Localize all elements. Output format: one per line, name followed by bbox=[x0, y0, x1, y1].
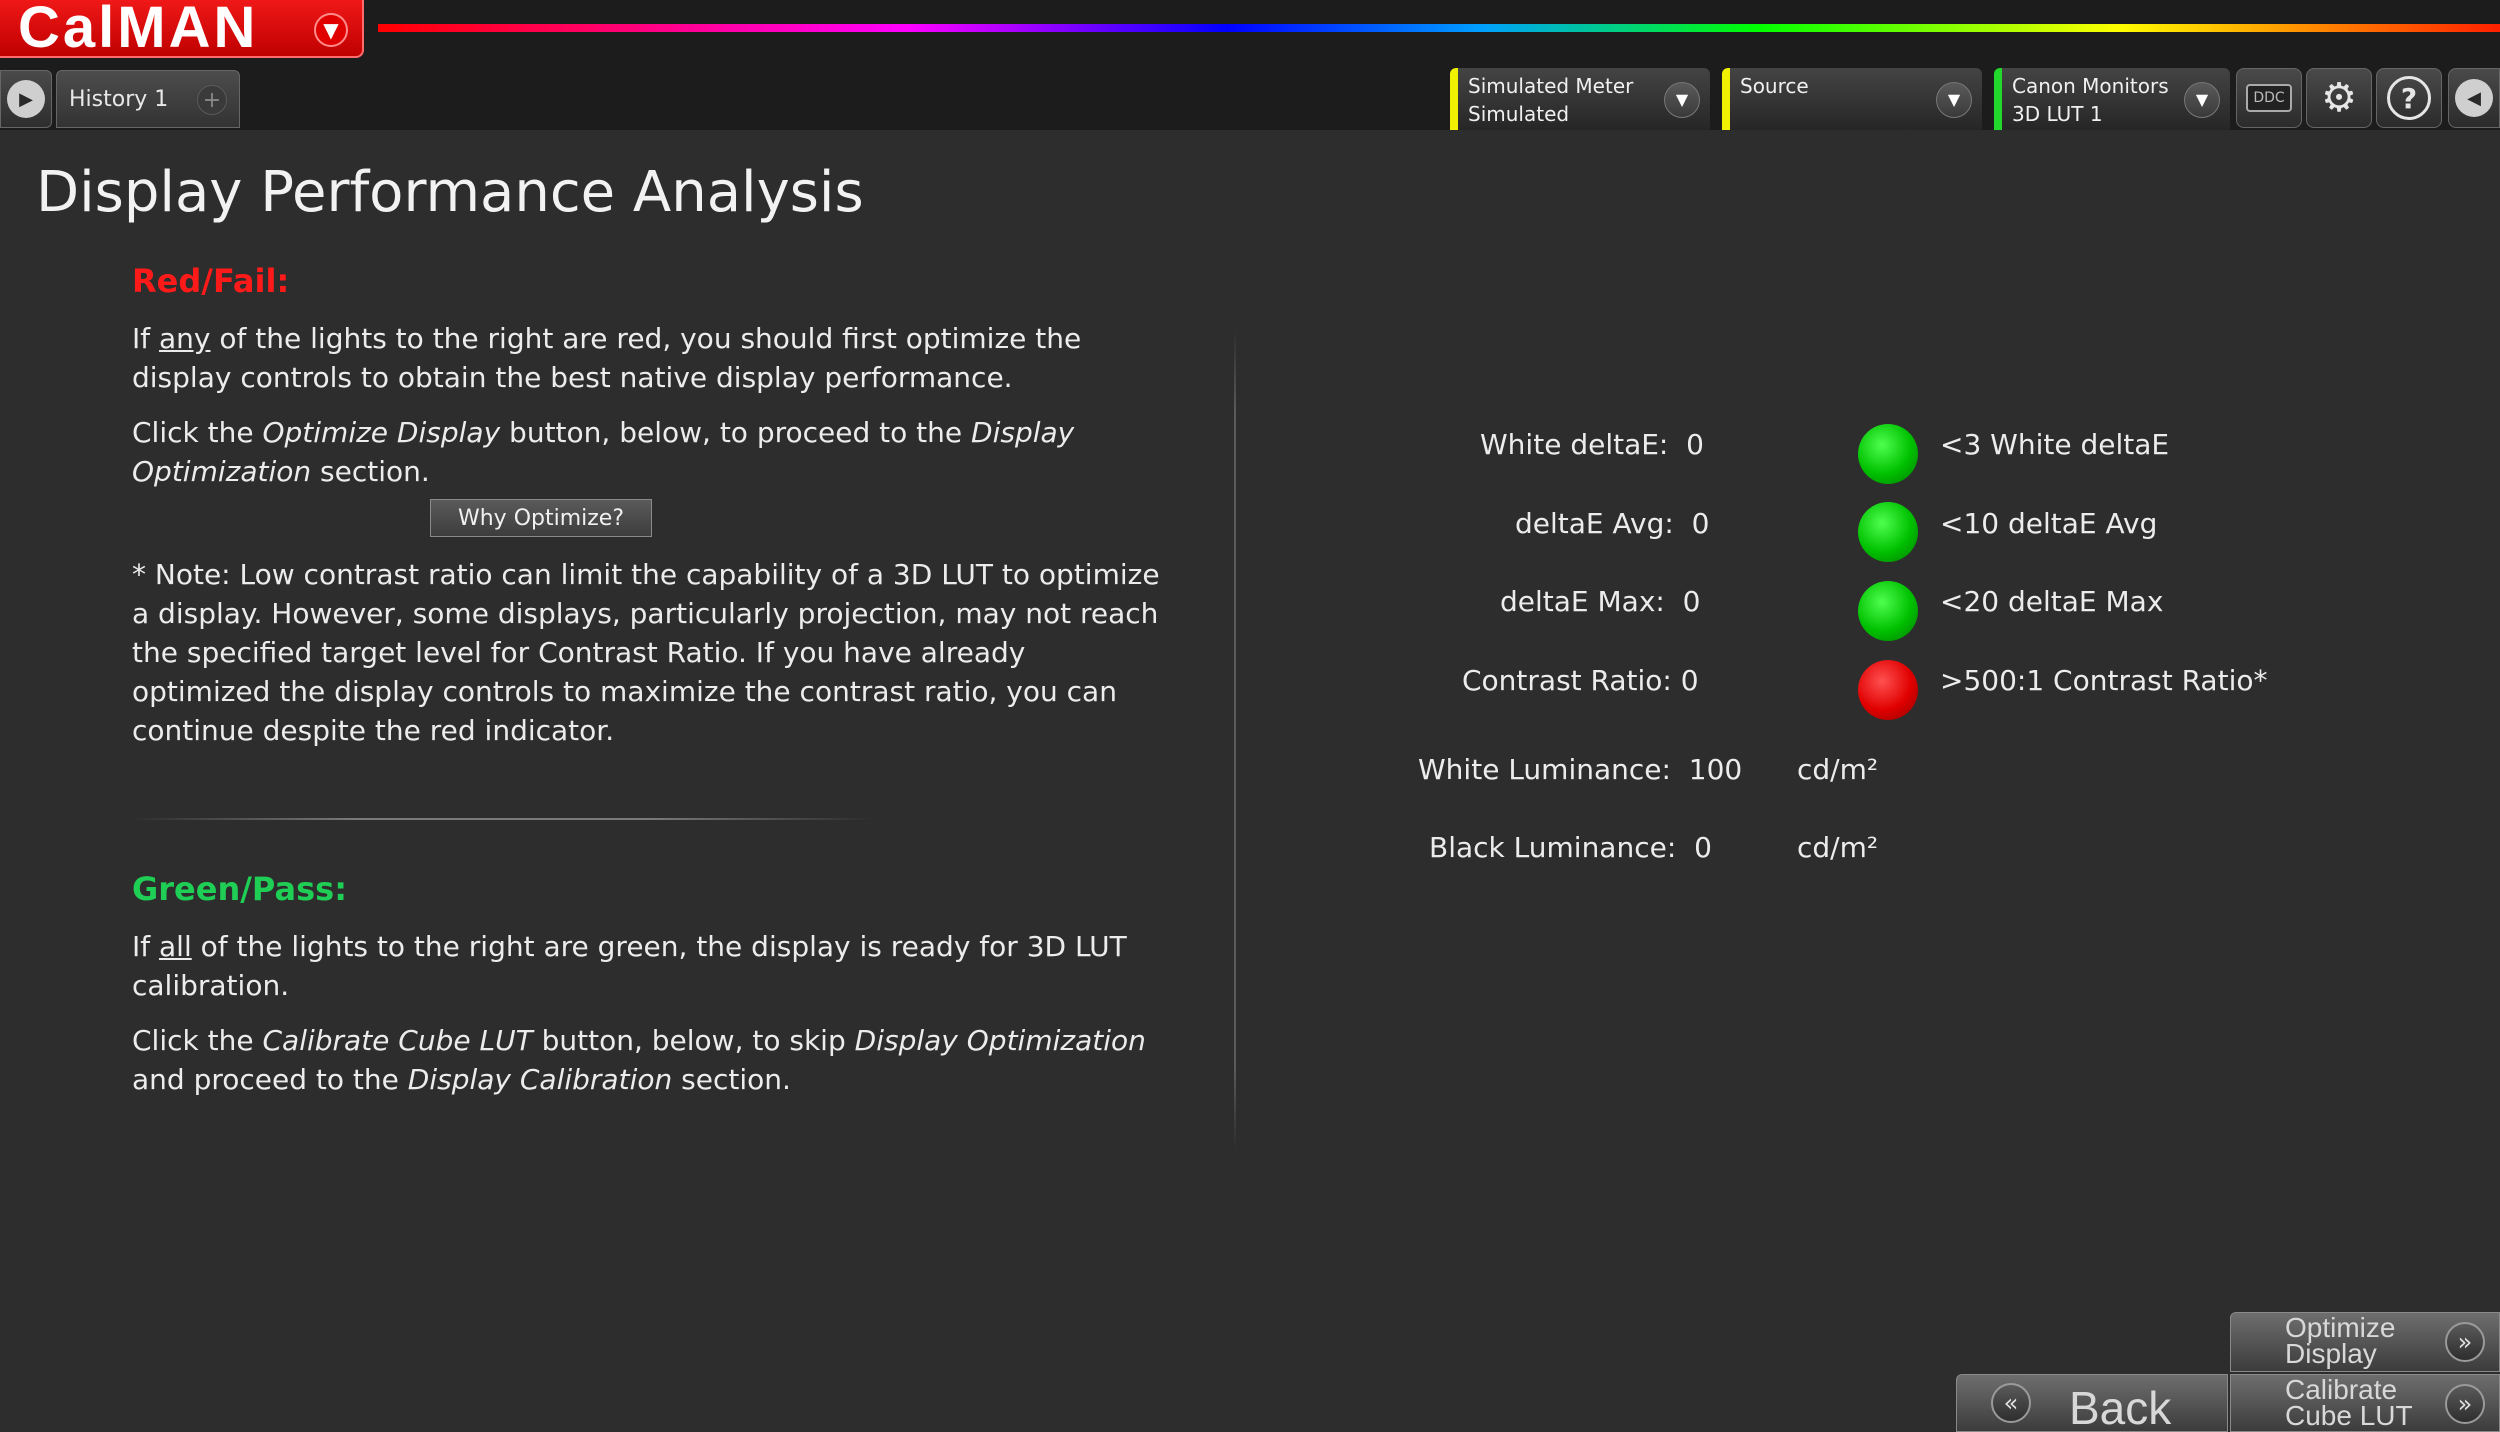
black-luminance-unit: cd/m² bbox=[1797, 831, 1879, 864]
metric-value: 0 bbox=[1686, 428, 1704, 461]
logo-text: CalMAN bbox=[18, 0, 259, 60]
contrast-ratio-threshold: >500:1 Contrast Ratio* bbox=[1940, 664, 2268, 697]
text: of the lights to the right are green, th… bbox=[132, 930, 1127, 1002]
chevron-left-icon: ◀ bbox=[2455, 79, 2493, 117]
white-deltae-status-light bbox=[1858, 424, 1918, 484]
text: section. bbox=[311, 455, 430, 488]
settings-button[interactable]: ⚙ bbox=[2306, 68, 2372, 128]
red-paragraph-2: Click the Optimize Display button, below… bbox=[132, 413, 1172, 491]
white-luminance-unit: cd/m² bbox=[1797, 753, 1879, 786]
green-paragraph-2: Click the Calibrate Cube LUT button, bel… bbox=[132, 1021, 1172, 1099]
tab-history-1[interactable]: History 1 + bbox=[56, 70, 240, 128]
help-icon: ? bbox=[2387, 76, 2431, 120]
white-luminance-metric: White Luminance: 100 bbox=[1418, 753, 1742, 786]
top-bar: CalMAN ▼ ▶ History 1 + Simulated Meter S… bbox=[0, 0, 2500, 130]
chevron-down-icon: ▼ bbox=[2184, 82, 2220, 118]
chevron-down-icon: ▼ bbox=[1664, 82, 1700, 118]
chevron-right-icon: » bbox=[2445, 1384, 2485, 1424]
red-paragraph-1: If any of the lights to the right are re… bbox=[132, 319, 1172, 397]
text-italic: Calibrate Cube LUT bbox=[262, 1024, 533, 1057]
metric-value: 0 bbox=[1694, 831, 1712, 864]
why-optimize-button[interactable]: Why Optimize? bbox=[430, 499, 652, 537]
chevron-right-icon: » bbox=[2445, 1322, 2485, 1362]
text: section. bbox=[672, 1063, 791, 1096]
back-button[interactable]: « Back bbox=[1956, 1374, 2228, 1432]
metric-label: deltaE Max: bbox=[1500, 585, 1665, 618]
play-icon: ▶ bbox=[7, 80, 45, 118]
meter-dropdown[interactable]: Simulated Meter Simulated ▼ bbox=[1450, 68, 1710, 130]
metric-value: 0 bbox=[1680, 664, 1699, 697]
text-italic: Display Calibration bbox=[407, 1063, 673, 1096]
instructions-panel: Red/Fail: If any of the lights to the ri… bbox=[132, 262, 1172, 1115]
source-dropdown[interactable]: Source ▼ bbox=[1722, 68, 1982, 130]
text: Click the bbox=[132, 1024, 263, 1057]
metric-label: Contrast Ratio: bbox=[1462, 664, 1672, 697]
label-line: Cube LUT bbox=[2285, 1400, 2413, 1431]
metric-label: deltaE Avg: bbox=[1515, 507, 1674, 540]
deltae-avg-status-light bbox=[1858, 502, 1918, 562]
button-label: Optimize Display bbox=[2285, 1314, 2395, 1369]
deltae-avg-metric: deltaE Avg: 0 bbox=[1515, 507, 1709, 540]
metric-label: White deltaE: bbox=[1480, 428, 1669, 461]
chevron-down-icon: ▼ bbox=[314, 13, 348, 47]
display-dropdown[interactable]: Canon Monitors 3D LUT 1 ▼ bbox=[1994, 68, 2230, 130]
gear-icon: ⚙ bbox=[2321, 75, 2357, 121]
button-label: Calibrate Cube LUT bbox=[2285, 1376, 2413, 1431]
expand-panel-button[interactable]: ▶ bbox=[0, 70, 52, 128]
text: If bbox=[132, 930, 160, 963]
contrast-note: * Note: Low contrast ratio can limit the… bbox=[132, 558, 1160, 747]
white-deltae-threshold: <3 White deltaE bbox=[1940, 428, 2170, 461]
contrast-ratio-status-light bbox=[1858, 660, 1918, 720]
text-underlined: any bbox=[159, 322, 211, 355]
page-title: Display Performance Analysis bbox=[36, 160, 864, 225]
red-fail-heading: Red/Fail: bbox=[132, 262, 290, 300]
optimize-display-button[interactable]: Optimize Display » bbox=[2230, 1312, 2500, 1372]
collapse-panel-button[interactable]: ◀ bbox=[2448, 68, 2500, 128]
rainbow-strip bbox=[378, 24, 2500, 32]
text: and proceed to the bbox=[132, 1063, 408, 1096]
contrast-ratio-metric: Contrast Ratio: 0 bbox=[1462, 664, 1699, 697]
deltae-max-threshold: <20 deltaE Max bbox=[1940, 585, 2164, 618]
text: button, below, to proceed to the bbox=[500, 416, 972, 449]
metric-label: Black Luminance: bbox=[1429, 831, 1677, 864]
ddc-icon: DDC bbox=[2246, 84, 2292, 112]
help-button[interactable]: ? bbox=[2376, 68, 2442, 128]
back-label: Back bbox=[2069, 1382, 2172, 1432]
add-tab-icon[interactable]: + bbox=[197, 85, 227, 115]
text: Click the bbox=[132, 416, 263, 449]
label-line: Display bbox=[2285, 1338, 2377, 1369]
ddc-button[interactable]: DDC bbox=[2236, 68, 2302, 128]
black-luminance-metric: Black Luminance: 0 bbox=[1429, 831, 1712, 864]
green-pass-heading: Green/Pass: bbox=[132, 870, 347, 908]
deltae-avg-threshold: <10 deltaE Avg bbox=[1940, 507, 2158, 540]
text-italic: Display Optimization bbox=[854, 1024, 1146, 1057]
vertical-divider bbox=[1234, 330, 1236, 1150]
text: of the lights to the right are red, you … bbox=[132, 322, 1082, 394]
text: button, below, to skip bbox=[532, 1024, 855, 1057]
green-paragraph-1: If all of the lights to the right are gr… bbox=[132, 927, 1172, 1005]
deltae-max-metric: deltaE Max: 0 bbox=[1500, 585, 1700, 618]
chevron-left-icon: « bbox=[1991, 1383, 2031, 1423]
deltae-max-status-light bbox=[1858, 581, 1918, 641]
metric-value: 0 bbox=[1682, 585, 1701, 618]
metric-label: White Luminance: bbox=[1418, 753, 1671, 786]
text: If bbox=[132, 322, 160, 355]
calibrate-cube-lut-button[interactable]: Calibrate Cube LUT » bbox=[2230, 1374, 2500, 1432]
section-divider bbox=[132, 818, 872, 820]
history-tab-label: History 1 bbox=[69, 86, 169, 112]
metric-value: 100 bbox=[1688, 753, 1743, 786]
text-italic: Optimize Display bbox=[262, 416, 501, 449]
white-deltae-metric: White deltaE: 0 bbox=[1480, 428, 1704, 461]
metric-value: 0 bbox=[1691, 507, 1710, 540]
calman-logo-button[interactable]: CalMAN ▼ bbox=[0, 0, 364, 58]
text-underlined: all bbox=[159, 930, 192, 963]
chevron-down-icon: ▼ bbox=[1936, 82, 1972, 118]
